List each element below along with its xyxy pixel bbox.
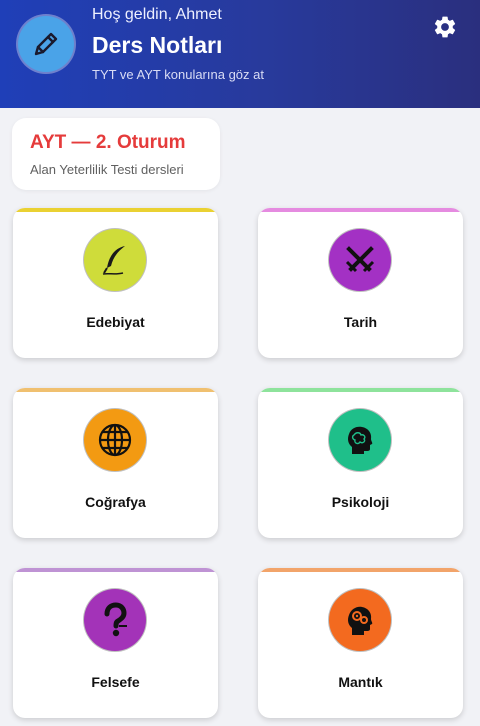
brain-gears-icon xyxy=(329,589,391,651)
pencil-icon xyxy=(18,16,74,72)
greeting-text: Hoş geldin, Ahmet xyxy=(92,6,222,23)
session-subtitle: Alan Yeterlilik Testi dersleri xyxy=(30,162,184,177)
card-accent-bar xyxy=(13,388,218,392)
subject-card-felsefe[interactable]: Felsefe xyxy=(13,568,218,718)
subject-card-edebiyat[interactable]: Edebiyat xyxy=(13,208,218,358)
card-accent-bar xyxy=(13,208,218,212)
card-accent-bar xyxy=(258,388,463,392)
page-subtitle: TYT ve AYT konularına göz at xyxy=(92,67,264,82)
subject-label: Felsefe xyxy=(91,674,140,690)
subject-label: Coğrafya xyxy=(85,494,146,510)
subject-label: Psikoloji xyxy=(331,494,390,510)
subject-card-tarih[interactable]: Tarih xyxy=(258,208,463,358)
session-title: AYT — 2. Oturum xyxy=(30,132,186,153)
quill-icon xyxy=(84,229,146,291)
card-accent-bar xyxy=(258,568,463,572)
head-icon xyxy=(329,409,391,471)
app-header: Hoş geldin, Ahmet Ders Notları TYT ve AY… xyxy=(0,0,480,108)
subject-card-psikoloji[interactable]: Psikoloji xyxy=(258,388,463,538)
subject-label: Tarih xyxy=(343,314,378,330)
question-mark-icon xyxy=(84,589,146,651)
card-accent-bar xyxy=(258,208,463,212)
globe-icon xyxy=(84,409,146,471)
card-accent-bar xyxy=(13,568,218,572)
page-title: Ders Notları xyxy=(92,32,223,58)
subject-card-mantik[interactable]: Mantık xyxy=(258,568,463,718)
session-card: AYT — 2. Oturum Alan Yeterlilik Testi de… xyxy=(12,118,220,190)
crossed-swords-icon xyxy=(329,229,391,291)
subject-label: Edebiyat xyxy=(86,314,145,330)
subject-card-cografya[interactable]: Coğrafya xyxy=(13,388,218,538)
subject-label: Mantık xyxy=(338,674,383,690)
gear-icon[interactable] xyxy=(432,14,458,40)
